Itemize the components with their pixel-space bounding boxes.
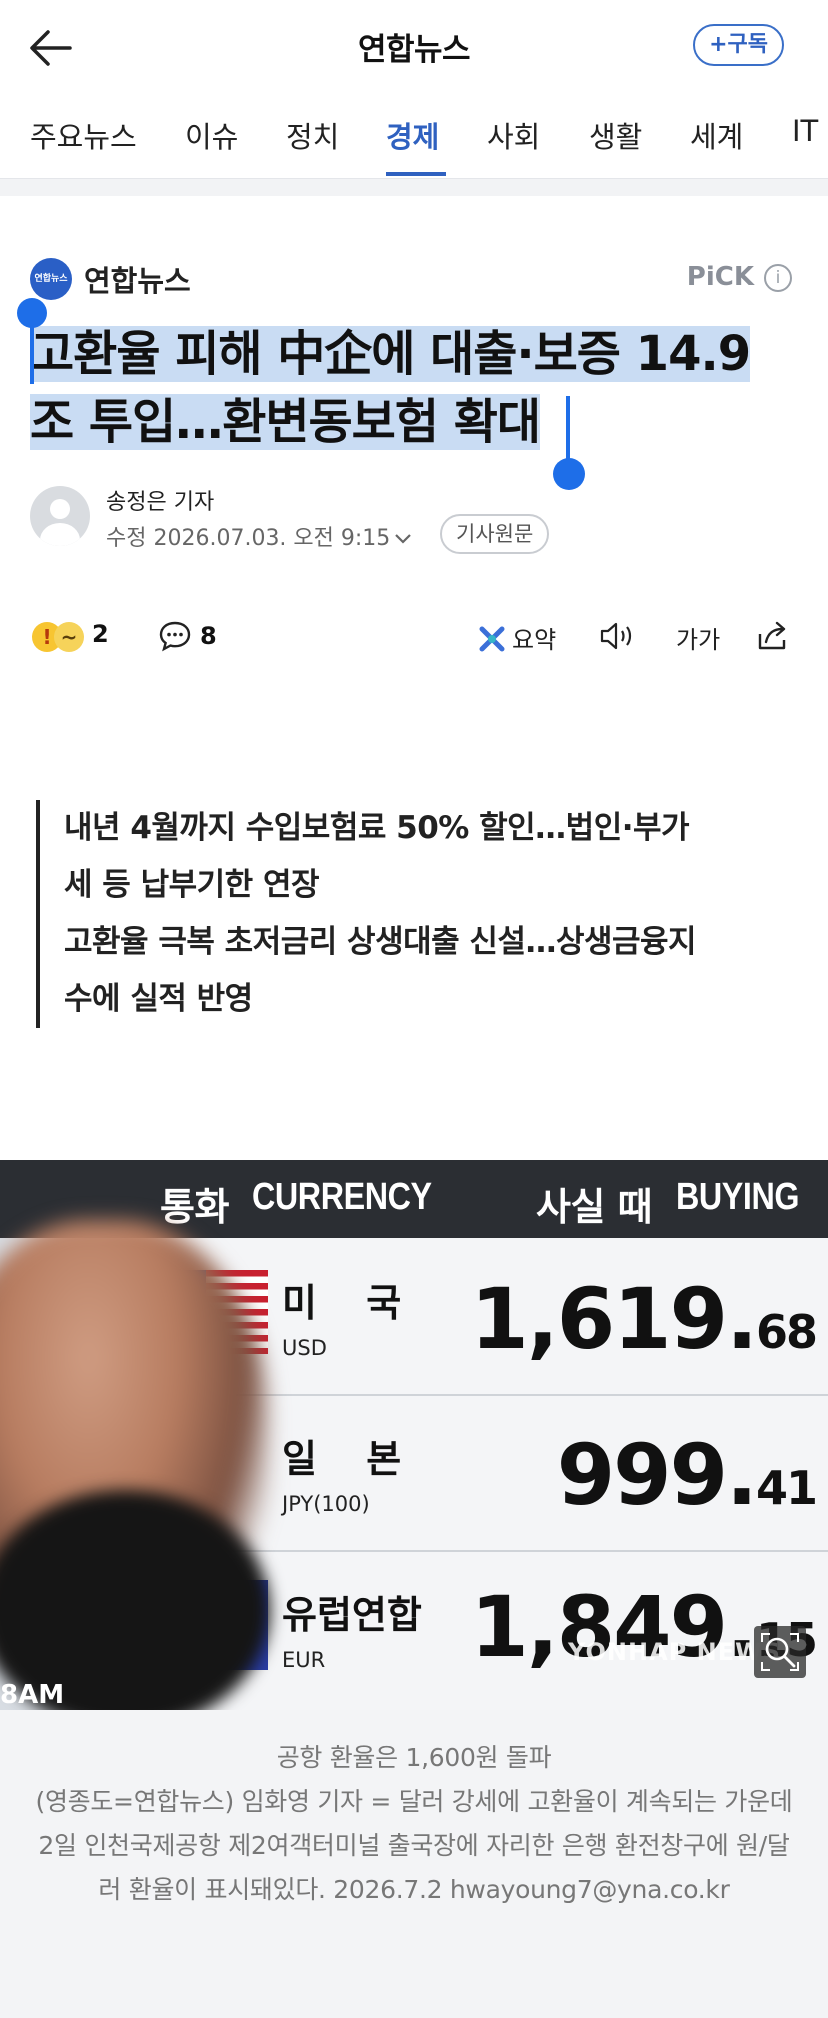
time-fragment: 8AM	[0, 1680, 65, 1710]
rate-jpy-main: 999.	[556, 1426, 758, 1524]
comment-count: 8	[200, 622, 217, 650]
summary-button[interactable]: 요약	[478, 620, 556, 655]
divider	[0, 178, 828, 196]
author-name[interactable]: 송정은 기자	[106, 484, 214, 516]
currency-code-usd: USD	[282, 1336, 327, 1360]
caption-body: (영종도=연합뉴스) 임화영 기자 = 달러 강세에 고환율이 계속되는 가운데…	[35, 1787, 793, 1904]
speaker-icon	[600, 622, 632, 650]
original-article-button[interactable]: 기사원문	[440, 514, 550, 554]
header-buying-en: BUYING	[676, 1176, 800, 1218]
rate-jpy-decimal: 41	[755, 1461, 818, 1515]
read-aloud-button[interactable]	[598, 620, 638, 658]
summary-line-2: 세 등 납부기한 연장	[64, 867, 320, 903]
country-name-eu: 유럽연합	[282, 1593, 422, 1637]
comment-bubble-icon	[159, 621, 191, 652]
magnifier-icon	[761, 1633, 799, 1671]
summary-label: 요약	[512, 626, 557, 654]
summary-line-4: 수에 실적 반영	[64, 981, 253, 1017]
subscribe-button[interactable]: +구독	[693, 24, 784, 66]
zoom-button[interactable]	[754, 1626, 806, 1678]
country-name-japan: 일 본	[282, 1437, 420, 1481]
selection-end-handle[interactable]	[553, 458, 585, 490]
share-button[interactable]	[756, 620, 792, 658]
rate-usd-main: 1,619.	[470, 1270, 758, 1368]
avatar[interactable]	[30, 486, 90, 546]
font-size-button[interactable]: 가가	[676, 620, 720, 655]
summary-line-1: 내년 4월까지 수입보험료 50% 할인…법인·부가	[64, 810, 690, 846]
comment-button[interactable]: 8	[158, 620, 217, 652]
active-tab-indicator	[386, 172, 446, 176]
rate-usd-decimal: 68	[755, 1305, 818, 1359]
category-tabs: 주요뉴스 이슈 정치 경제 사회 생활 세계 IT	[0, 100, 828, 180]
header-currency-en: CURRENCY	[252, 1176, 432, 1218]
tab-it[interactable]: IT	[792, 114, 818, 148]
article-summary: 내년 4월까지 수입보험료 50% 할인…법인·부가 세 등 납부기한 연장 고…	[36, 800, 796, 1028]
article-photo[interactable]: 통화 CURRENCY 사실 때 BUYING 미 국 USD 1,619.68…	[0, 1160, 828, 1710]
rate-usd: 1,619.68	[470, 1270, 818, 1368]
tab-society[interactable]: 사회	[487, 114, 540, 156]
yonhap-watermark: YONHAP NEWS	[568, 1638, 781, 1666]
modified-date[interactable]: 수정 2026.07.03. 오전 9:15	[106, 520, 412, 552]
currency-code-jpy: JPY(100)	[282, 1492, 370, 1516]
tab-issue[interactable]: 이슈	[185, 114, 238, 156]
chevron-down-icon	[394, 526, 412, 551]
ai-sparkle-icon	[479, 626, 505, 652]
header-buying-ko: 사실 때	[536, 1185, 653, 1229]
tab-economy[interactable]: 경제	[386, 114, 439, 156]
sleepy-emoji-icon: ~	[54, 622, 84, 652]
pick-label: PiCK	[686, 262, 754, 292]
selection-end-bar	[566, 396, 570, 464]
headline-line-2: 조 투입…환변동보험 확대	[30, 394, 541, 450]
rate-jpy: 999.41	[556, 1426, 818, 1524]
country-name-usa: 미 국	[282, 1281, 420, 1325]
modified-date-text: 수정 2026.07.03. 오전 9:15	[106, 526, 391, 551]
reaction-button[interactable]: ! ~2	[32, 620, 109, 660]
press-logo[interactable]: 연합뉴스	[30, 258, 72, 300]
selection-start-handle[interactable]	[17, 298, 47, 328]
tab-world[interactable]: 세계	[690, 114, 743, 156]
tab-main-news[interactable]: 주요뉴스	[30, 114, 137, 156]
font-size-icon: 가가	[676, 626, 721, 654]
tab-politics[interactable]: 정치	[286, 114, 339, 156]
headline-line-1: 고환율 피해 中企에 대출·보증 14.9	[30, 326, 751, 382]
currency-code-eur: EUR	[282, 1648, 326, 1672]
header-currency-ko: 통화	[160, 1185, 229, 1229]
press-name[interactable]: 연합뉴스	[84, 258, 191, 300]
photo-caption: 공항 환율은 1,600원 돌파 (영종도=연합뉴스) 임화영 기자 = 달러 …	[34, 1736, 794, 1912]
summary-line-3: 고환율 극복 초저금리 상생대출 신설…상생금융지	[64, 924, 697, 960]
info-icon[interactable]: i	[764, 264, 792, 292]
tab-life[interactable]: 생활	[589, 114, 642, 156]
pick-badge: PiCK i	[687, 262, 792, 292]
share-icon	[758, 621, 786, 650]
top-bar: 연합뉴스 +구독	[0, 0, 828, 92]
caption-title: 공항 환율은 1,600원 돌파	[276, 1743, 552, 1772]
headline: 고환율 피해 中企에 대출·보증 14.9 조 투입…환변동보험 확대	[30, 320, 800, 456]
reaction-count: 2	[92, 620, 109, 648]
